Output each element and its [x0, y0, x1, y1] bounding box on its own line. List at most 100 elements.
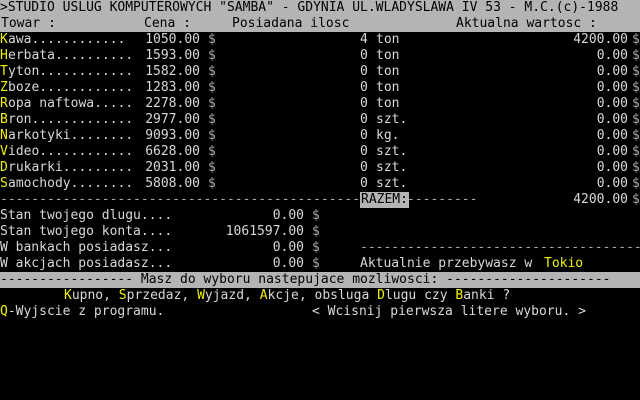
- razem-value: 4200.00: [573, 192, 628, 207]
- product-name: arkotyki........: [8, 128, 134, 143]
- product-value: 0.00: [596, 160, 628, 175]
- product-price: 9093.00: [145, 128, 200, 143]
- header-cena: Cena :: [144, 16, 191, 31]
- finance-currency: $: [312, 208, 320, 223]
- product-price: 2278.00: [145, 96, 200, 111]
- product-initial: D: [0, 160, 8, 175]
- product-value: 4200.00: [573, 32, 628, 47]
- product-initial: T: [0, 64, 8, 79]
- menu-label-kupno[interactable]: upno,: [72, 288, 119, 303]
- menu-label-wyjazd[interactable]: yjazd,: [205, 288, 260, 303]
- product-price: 1283.00: [145, 80, 200, 95]
- finance-label: Stan twojego dlugu....: [0, 208, 173, 223]
- value-currency: $: [632, 48, 640, 63]
- product-quantity: 0: [360, 160, 368, 175]
- app-title: >STUDIO USLUG KOMPUTEROWYCH "SAMBA" - GD…: [0, 0, 619, 15]
- value-currency: $: [632, 144, 640, 159]
- product-price: 5808.00: [145, 176, 200, 191]
- finance-value: 0.00: [272, 208, 304, 223]
- product-unit: szt.: [376, 112, 408, 127]
- price-currency: $: [208, 160, 216, 175]
- value-currency: $: [632, 112, 640, 127]
- finance-currency: $: [312, 240, 320, 255]
- product-value: 0.00: [596, 144, 628, 159]
- table-header: Towar : Cena : Posiadana ilosc Aktualna …: [0, 16, 640, 32]
- product-name: opa naftowa.....: [8, 96, 134, 111]
- product-initial: Z: [0, 80, 8, 95]
- finance-currency: $: [312, 224, 320, 239]
- menu-key-kupno[interactable]: K: [64, 288, 72, 303]
- quit-label[interactable]: -Wyjscie z programu.: [8, 304, 165, 319]
- value-currency: $: [632, 64, 640, 79]
- product-unit: kg.: [376, 128, 400, 143]
- product-initial: N: [0, 128, 8, 143]
- product-quantity: 0: [360, 144, 368, 159]
- finance-value: 0.00: [272, 240, 304, 255]
- price-currency: $: [208, 176, 216, 191]
- finance-value: 1061597.00: [225, 224, 304, 239]
- product-value: 0.00: [596, 112, 628, 127]
- menu-key-akcje[interactable]: A: [260, 288, 268, 303]
- menu-key-wyjazd[interactable]: W: [197, 288, 205, 303]
- product-value: 0.00: [596, 64, 628, 79]
- product-name: erbata..........: [8, 48, 134, 63]
- value-currency: $: [632, 96, 640, 111]
- location-city: Tokio: [544, 256, 584, 271]
- product-value: 0.00: [596, 48, 628, 63]
- input-prompt: < Wcisnij pierwsza litere wyboru. >: [312, 304, 586, 319]
- finance-label: W akcjach posiadasz...: [0, 256, 173, 271]
- price-currency: $: [208, 112, 216, 127]
- product-name: rukarki.........: [8, 160, 134, 175]
- menu-label-akcje[interactable]: kcje, obsluga: [268, 288, 378, 303]
- product-unit: szt.: [376, 176, 408, 191]
- menu-label-dlugu[interactable]: lugu czy: [385, 288, 455, 303]
- menu-key-sprzedaz[interactable]: S: [119, 288, 127, 303]
- product-quantity: 0: [360, 176, 368, 191]
- product-unit: ton: [376, 48, 400, 63]
- product-price: 1593.00: [145, 48, 200, 63]
- product-name: ideo............: [8, 144, 134, 159]
- finance-label: W bankach posiadasz...: [0, 240, 173, 255]
- price-currency: $: [208, 128, 216, 143]
- product-unit: szt.: [376, 144, 408, 159]
- header-towar: Towar :: [1, 16, 56, 31]
- price-currency: $: [208, 32, 216, 47]
- product-name: amochody........: [8, 176, 134, 191]
- quit-option[interactable]: Q-Wyjscie z programu.: [0, 304, 164, 320]
- product-quantity: 0: [360, 64, 368, 79]
- price-currency: $: [208, 64, 216, 79]
- menu-options: Kupno, Sprzedaz, Wyjazd, Akcje, obsluga …: [64, 288, 510, 304]
- menu-label-banki[interactable]: anki ?: [463, 288, 510, 303]
- product-unit: ton: [376, 96, 400, 111]
- product-price: 2977.00: [145, 112, 200, 127]
- product-name: ron.............: [8, 112, 134, 127]
- finance-value: 0.00: [272, 256, 304, 271]
- product-name: boze............: [8, 80, 134, 95]
- razem-label: RAZEM:: [360, 192, 409, 208]
- menu-bar: ----------------- Masz do wyboru nastepu…: [0, 272, 640, 288]
- product-value: 0.00: [596, 96, 628, 111]
- product-price: 1050.00: [145, 32, 200, 47]
- price-currency: $: [208, 80, 216, 95]
- product-value: 0.00: [596, 80, 628, 95]
- quit-key[interactable]: Q: [0, 304, 8, 319]
- title-bar: >STUDIO USLUG KOMPUTEROWYCH "SAMBA" - GD…: [0, 0, 640, 16]
- product-quantity: 0: [360, 96, 368, 111]
- menu-label-sprzedaz[interactable]: przedaz,: [127, 288, 197, 303]
- value-currency: $: [632, 160, 640, 175]
- price-currency: $: [208, 96, 216, 111]
- product-value: 0.00: [596, 176, 628, 191]
- finance-label: Stan twojego konta....: [0, 224, 173, 239]
- menu-bar-text: ----------------- Masz do wyboru nastepu…: [0, 272, 611, 287]
- value-currency: $: [632, 80, 640, 95]
- header-posiadana: Posiadana ilosc: [232, 16, 350, 31]
- menu-key-dlugu[interactable]: D: [377, 288, 385, 303]
- value-currency: $: [632, 176, 640, 191]
- product-initial: K: [0, 32, 8, 47]
- product-quantity: 0: [360, 48, 368, 63]
- razem-currency: $: [632, 192, 640, 207]
- price-currency: $: [208, 144, 216, 159]
- divider-right: -------------------------------------: [360, 240, 640, 255]
- product-unit: ton: [376, 32, 400, 47]
- finance-currency: $: [312, 256, 320, 271]
